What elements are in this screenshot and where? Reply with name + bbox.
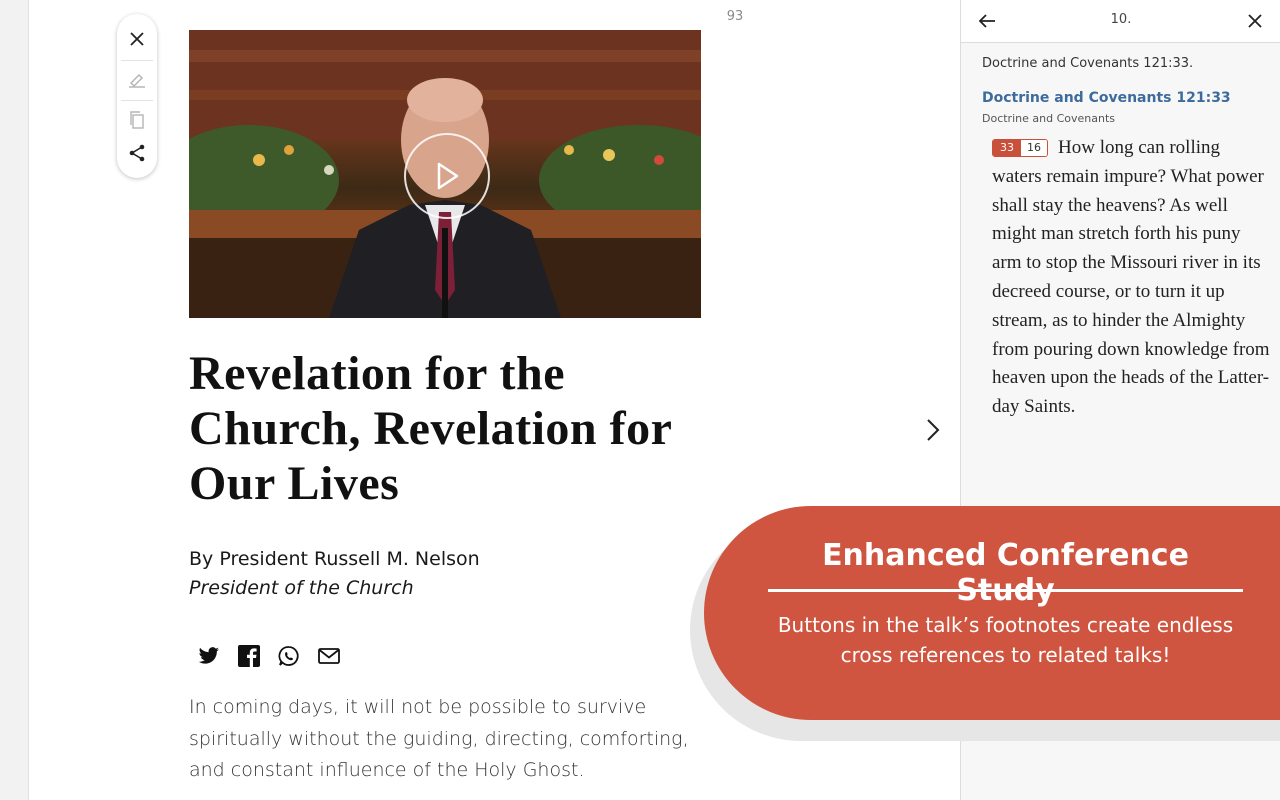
toolbar-divider bbox=[121, 100, 153, 101]
promo-divider bbox=[768, 589, 1243, 592]
play-button[interactable] bbox=[404, 133, 490, 219]
verse-badge[interactable]: 33 16 bbox=[992, 139, 1048, 157]
facebook-icon[interactable] bbox=[237, 644, 261, 668]
page-number: 93 bbox=[726, 9, 744, 24]
close-icon[interactable] bbox=[117, 22, 157, 56]
footnote-panel-header: 10. bbox=[961, 0, 1280, 43]
video-player[interactable] bbox=[189, 30, 701, 318]
verse-text: How long can rolling waters remain impur… bbox=[992, 137, 1270, 418]
whatsapp-icon[interactable] bbox=[277, 644, 301, 668]
play-icon bbox=[437, 162, 459, 190]
author-byline: By President Russell M. Nelson bbox=[189, 548, 480, 570]
scripture-link[interactable]: Doctrine and Covenants 121:33 bbox=[982, 90, 1231, 106]
twitter-icon[interactable] bbox=[197, 644, 221, 668]
chevron-right-icon bbox=[927, 419, 940, 441]
footnote-number: 10. bbox=[1110, 12, 1132, 27]
footnote-text: Doctrine and Covenants 121:33. bbox=[982, 56, 1194, 71]
article-title: Revelation for the Church, Revelation fo… bbox=[189, 347, 672, 510]
highlight-icon[interactable] bbox=[117, 62, 157, 96]
copy-icon[interactable] bbox=[117, 103, 157, 137]
cross-reference-count: 16 bbox=[1021, 140, 1047, 156]
next-page-arrow[interactable] bbox=[920, 416, 946, 444]
back-button[interactable] bbox=[975, 9, 999, 33]
close-icon bbox=[1248, 14, 1262, 28]
promo-banner: Enhanced Conference Study Buttons in the… bbox=[704, 506, 1280, 720]
promo-title: Enhanced Conference Study bbox=[822, 538, 1189, 608]
share-links bbox=[197, 644, 341, 668]
close-panel-button[interactable] bbox=[1243, 9, 1267, 33]
arrow-left-icon bbox=[978, 14, 995, 28]
author-role: President of the Church bbox=[189, 577, 414, 599]
left-gutter bbox=[0, 0, 29, 800]
verse-number: 33 bbox=[993, 140, 1021, 156]
share-icon[interactable] bbox=[117, 136, 157, 170]
promo-body: Buttons in the talk’s footnotes create e… bbox=[777, 613, 1234, 667]
scripture-book: Doctrine and Covenants bbox=[982, 112, 1115, 125]
toolbar-divider bbox=[121, 60, 153, 61]
annotation-toolbar bbox=[117, 14, 157, 178]
verse-block: 33 16 How long can rolling waters remain i… bbox=[992, 134, 1270, 422]
email-icon[interactable] bbox=[317, 644, 341, 668]
article-lede: In coming days, it will not be possible … bbox=[189, 696, 689, 781]
